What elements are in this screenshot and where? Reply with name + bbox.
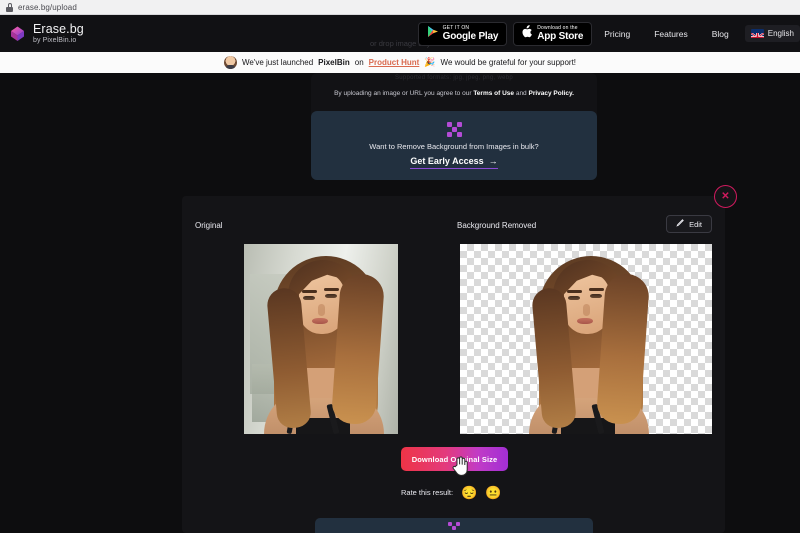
neutral-face-emoji[interactable]: 😐 [485, 486, 501, 499]
terms-text: By uploading an image or URL you agree t… [311, 90, 597, 97]
erasebg-cube-logo-icon [8, 24, 27, 43]
google-play-large-label: Google Play [442, 30, 499, 42]
terms-before: By uploading an image or URL you agree t… [334, 90, 472, 97]
result-panel: Original Background Removed Edit [182, 196, 725, 533]
terms-of-use-link[interactable]: Terms of Use [473, 90, 514, 97]
terms-and: and [515, 90, 527, 97]
logo-subtitle: by PixelBin.io [33, 36, 77, 44]
nav-link-pricing[interactable]: Pricing [592, 29, 642, 39]
result-panel-header: Original Background Removed Edit [182, 215, 725, 240]
rate-this-result-label: Rate this result: [401, 488, 454, 497]
url-text: erase.bg/upload [18, 2, 77, 12]
announcement-brand: PixelBin [318, 58, 350, 67]
party-popper-icon: 🎉 [424, 57, 436, 67]
announcement-banner: We've just launched PixelBin on Product … [0, 52, 800, 73]
app-store-badge[interactable]: Download on the App Store [513, 21, 593, 46]
announcement-text-after: We would be grateful for your support! [440, 58, 577, 67]
google-play-badge[interactable]: GET IT ON Google Play [417, 21, 508, 46]
edit-button[interactable]: Edit [666, 215, 712, 233]
nav-link-blog[interactable]: Blog [700, 29, 741, 39]
bulk-dots-icon [448, 522, 460, 531]
logo[interactable]: Erase.bg by PixelBin.io [8, 23, 84, 44]
rating-row: Rate this result: 😔 😐 [401, 486, 501, 499]
upload-card: Supported formats: jpg, jpeg, png, webp … [311, 73, 597, 180]
bulk-promo-card: Want to Remove Background from Images in… [311, 111, 597, 180]
language-label: English [767, 29, 794, 38]
header-nav: GET IT ON Google Play Download on the Ap… [417, 15, 800, 52]
app-store-large-label: App Store [537, 30, 584, 42]
edit-button-label: Edit [689, 219, 702, 229]
google-play-icon [427, 25, 439, 43]
site-header: Erase.bg by PixelBin.io or drop image an… [0, 15, 800, 52]
arrow-right-icon: → [488, 156, 498, 166]
privacy-policy-link[interactable]: Privacy Policy. [529, 90, 574, 97]
apple-icon [522, 24, 533, 43]
pencil-icon [676, 219, 684, 229]
app-store-small-label: Download on the [537, 24, 578, 31]
label-background-removed: Background Removed [457, 221, 537, 230]
bottom-promo-card [315, 518, 593, 533]
bulk-promo-title: Want to Remove Background from Images in… [369, 142, 539, 151]
get-early-access-link[interactable]: Get Early Access → [410, 156, 498, 169]
portrait-photo-background-removed [509, 244, 663, 434]
user-avatar [223, 56, 237, 69]
logo-title: Erase.bg [33, 22, 84, 37]
supported-formats-text: Supported formats: jpg, jpeg, png, webp [394, 75, 514, 81]
announcement-text-before: We've just launched [241, 58, 314, 67]
sad-face-emoji[interactable]: 😔 [461, 486, 477, 499]
original-image-box[interactable] [195, 244, 447, 434]
portrait-photo-original [244, 244, 398, 434]
browser-url-bar[interactable]: erase.bg/upload [0, 0, 800, 15]
language-selector[interactable]: English [744, 25, 800, 42]
product-hunt-link[interactable]: Product Hunt [369, 58, 420, 67]
image-comparison-row [195, 244, 712, 434]
bulk-dots-icon [446, 122, 462, 137]
announcement-text-on: on [354, 58, 364, 67]
removed-image-box[interactable] [460, 244, 712, 434]
uk-flag-icon [750, 29, 764, 38]
get-early-access-label: Get Early Access [410, 156, 484, 166]
close-icon[interactable]: ✕ [714, 185, 737, 208]
google-play-small-label: GET IT ON [442, 24, 470, 31]
lock-icon [6, 2, 13, 12]
nav-link-features[interactable]: Features [642, 29, 700, 39]
label-original: Original [195, 221, 223, 230]
download-original-size-button[interactable]: Download Original Size [401, 447, 508, 471]
